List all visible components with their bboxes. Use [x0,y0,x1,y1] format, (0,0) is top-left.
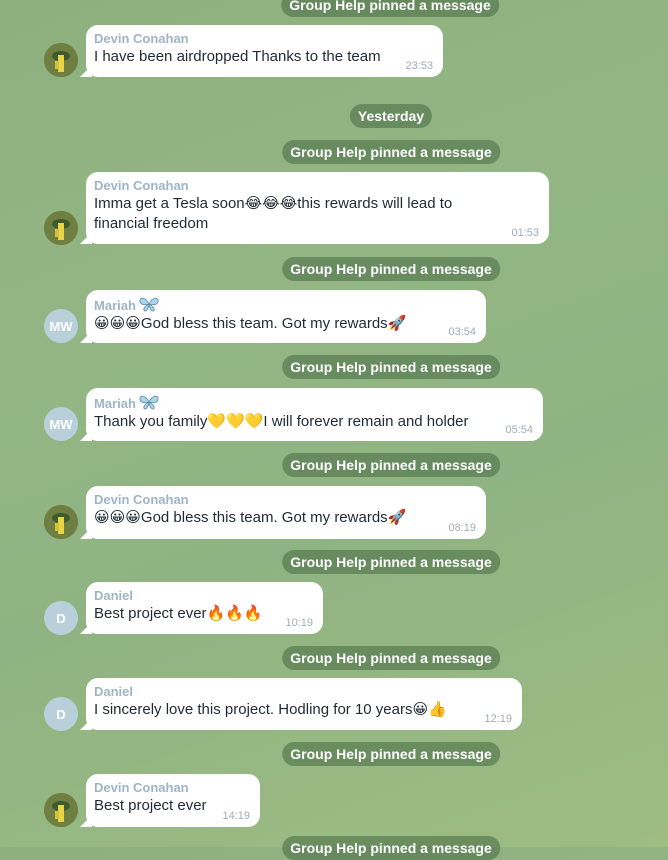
service-pinned-message: Group Help pinned a message [282,257,500,281]
message-bubble[interactable]: Devin Conahan 😀😀😀God bless this team. Go… [80,486,486,539]
photo-avatar-icon [44,793,78,827]
message-text: I sincerely love this project. Hodling f… [94,701,447,718]
butterfly-icon [139,395,159,410]
avatar[interactable] [44,211,78,245]
date-separator: Yesterday [349,104,433,128]
message-bubble[interactable]: Devin Conahan Best project ever 14:19 [80,774,260,827]
message-text: I have been airdropped Thanks to the tea… [94,48,381,65]
avatar-initials: MW [49,416,73,432]
sender-name[interactable]: Devin Conahan [94,780,250,796]
message-text: Thank you family💛💛💛I will forever remain… [94,413,469,430]
message-bubble[interactable]: Devin Conahan Imma get a Tesla soon😂😂😂th… [80,172,549,244]
avatar[interactable]: MW [44,309,78,343]
sender-name[interactable]: Daniel [94,588,313,604]
message-bubble[interactable]: Mariah Thank you family💛💛💛I will forever… [80,388,543,441]
avatar-initials: D [56,610,66,626]
message-text-line: financial freedom [94,215,209,232]
avatar-initials: D [56,706,66,722]
sender-name[interactable]: Mariah [94,394,533,412]
photo-avatar-icon [44,43,78,77]
avatar-initials: MW [49,318,73,334]
avatar[interactable]: D [44,601,78,635]
message-time: 10:19 [285,617,313,629]
service-pinned-message: Group Help pinned a message [282,836,500,860]
message-text-line: Imma get a Tesla soon😂😂😂this rewards wil… [94,195,453,212]
message-time: 03:54 [448,326,476,338]
photo-avatar-icon [44,505,78,539]
avatar[interactable] [44,505,78,539]
sender-name[interactable]: Mariah [94,296,476,314]
avatar[interactable] [44,43,78,77]
message-time: 08:19 [448,522,476,534]
photo-avatar-icon [44,211,78,245]
message-time: 05:54 [505,424,533,436]
chat-history[interactable]: Group Help pinned a message Devin Conaha… [0,0,668,860]
avatar[interactable] [44,793,78,827]
avatar[interactable]: MW [44,407,78,441]
message-text: Best project ever🔥🔥🔥 [94,605,263,622]
sender-name[interactable]: Devin Conahan [94,492,476,508]
message-text: 😀😀😀God bless this team. Got my rewards🚀 [94,509,407,526]
message-bubble[interactable]: Mariah 😀😀😀God bless this team. Got my re… [80,290,486,343]
message-bubble[interactable]: Devin Conahan I have been airdropped Tha… [80,25,443,77]
service-pinned-message: Group Help pinned a message [282,453,500,477]
message-time: 01:53 [511,227,539,239]
butterfly-icon [139,297,159,312]
message-time: 12:19 [484,713,512,725]
service-pinned-message: Group Help pinned a message [281,0,499,17]
message-bubble[interactable]: Daniel Best project ever🔥🔥🔥 10:19 [80,582,323,634]
service-pinned-message: Group Help pinned a message [282,550,500,574]
message-time: 23:53 [405,60,433,72]
sender-name[interactable]: Devin Conahan [94,178,539,194]
service-pinned-message: Group Help pinned a message [282,742,500,766]
sender-name[interactable]: Daniel [94,684,512,700]
service-pinned-message: Group Help pinned a message [282,140,500,164]
message-time: 14:19 [222,810,250,822]
service-pinned-message: Group Help pinned a message [282,646,500,670]
sender-name[interactable]: Devin Conahan [94,31,433,47]
message-bubble[interactable]: Daniel I sincerely love this project. Ho… [80,678,522,730]
service-pinned-message: Group Help pinned a message [282,355,500,379]
message-text: 😀😀😀God bless this team. Got my rewards🚀 [94,315,407,332]
avatar[interactable]: D [44,697,78,731]
